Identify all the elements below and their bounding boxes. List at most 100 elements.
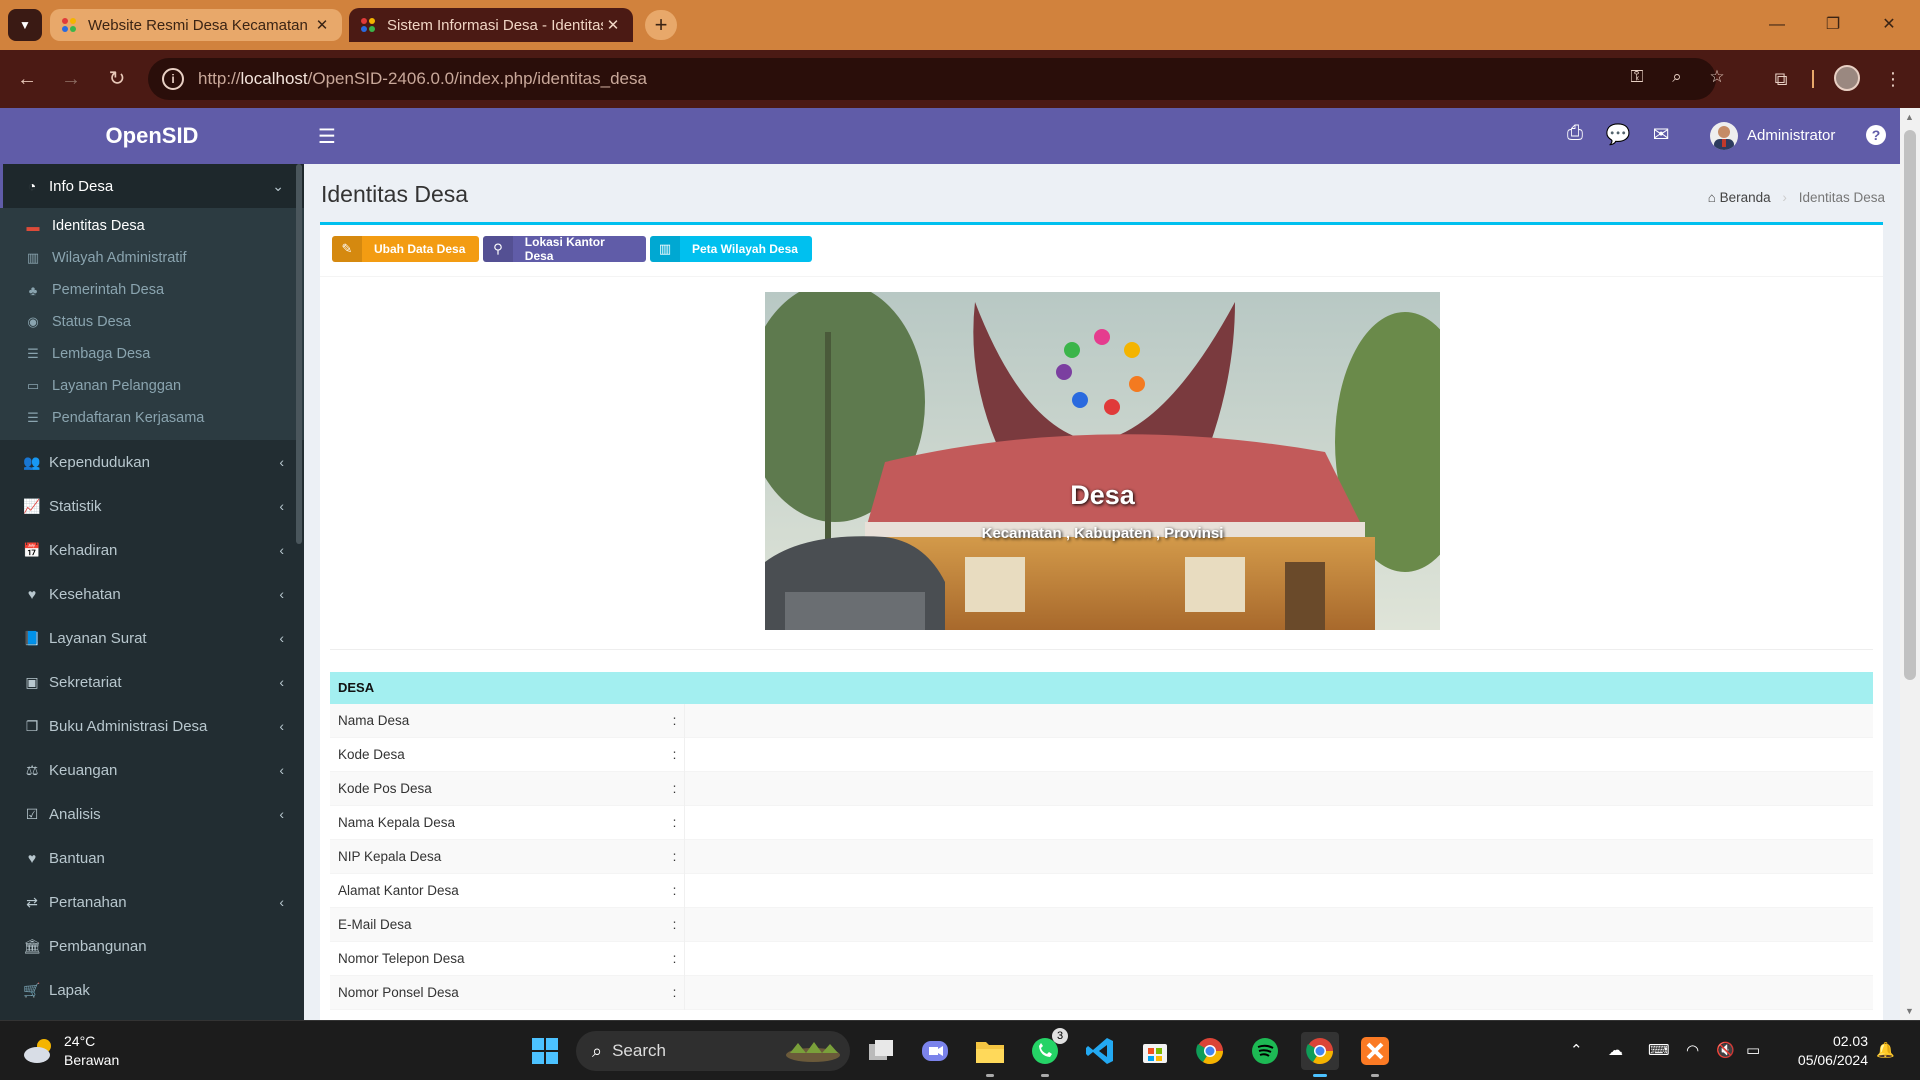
sidebar-group-item[interactable]: ⚖ Keuangan ‹ [0,748,304,792]
sidebar-subitem[interactable]: ▭ Layanan Pelanggan [0,370,304,402]
edit-village-button[interactable]: ✎ Ubah Data Desa [332,236,479,262]
chevron-up-icon[interactable]: ⌃ [1570,1041,1583,1059]
row-label: E-Mail Desa [338,917,412,932]
sidebar-group-item[interactable]: 🏛 Pembangunan [0,924,304,968]
windows-start-icon[interactable] [526,1032,564,1070]
button-label: Peta Wilayah Desa [692,242,798,256]
brand-logo[interactable]: OpenSID [0,108,304,164]
scroll-down-icon[interactable]: ▼ [1905,1006,1914,1016]
vscode-icon[interactable] [1081,1032,1119,1070]
clock-time[interactable]: 02.03 [1828,1033,1868,1049]
close-icon[interactable]: ✕ [603,16,623,34]
battery-icon[interactable]: ▭ [1746,1041,1760,1059]
address-bar[interactable]: i http://localhost/OpenSID-2406.0.0/inde… [148,58,1725,100]
village-cover-image: Desa Kecamatan , Kabupaten , Provinsi [765,292,1440,630]
sidebar-group-item[interactable]: ⇄ Pertanahan ‹ [0,880,304,924]
sidebar-group-item[interactable]: ℹPengaduan [0,1012,304,1020]
chrome-icon[interactable] [1191,1032,1229,1070]
sidebar-subitem[interactable]: ◉ Status Desa [0,306,304,338]
wifi-icon[interactable]: ◠ [1686,1041,1699,1059]
scroll-up-icon[interactable]: ▲ [1905,112,1914,122]
site-info-icon[interactable]: i [162,68,184,90]
browser-tab-active[interactable]: Sistem Informasi Desa - Identitas Desa ✕ [349,8,633,42]
browser-tab[interactable]: Website Resmi Desa Kecamatan ✕ [50,9,342,41]
running-indicator [1041,1074,1049,1077]
tab-title: Sistem Informasi Desa - Identitas Desa [387,16,603,34]
whatsapp-icon[interactable]: 3 [1026,1028,1068,1077]
row-label: Kode Pos Desa [338,781,432,796]
xampp-icon[interactable] [1356,1032,1394,1077]
close-icon[interactable]: ✕ [312,16,332,34]
onedrive-cloud-icon[interactable]: ☁ [1608,1041,1623,1059]
sidebar-group-item[interactable]: ▣ Sekretariat ‹ [0,660,304,704]
back-arrow-icon[interactable]: ← [12,64,42,94]
page-scrollbar[interactable]: ▲ ▼ [1900,108,1920,1020]
sidebar-group-info-desa[interactable]: ◔ Info Desa ⌄ [0,164,304,208]
search-placeholder: Search [612,1041,666,1060]
table-section-header: DESA [330,672,1873,704]
row-colon: : [665,975,685,1010]
reload-icon[interactable]: ↻ [102,64,132,94]
spotify-icon[interactable] [1246,1032,1284,1070]
taskbar-search[interactable]: ⌕ Search [576,1031,850,1071]
sidebar-scrollbar[interactable] [296,164,302,544]
url-text[interactable]: http://localhost/OpenSID-2406.0.0/index.… [198,69,647,89]
sidebar-group-label: Analisis [49,805,101,823]
task-view-icon[interactable] [862,1032,900,1070]
sidebar-subitem[interactable]: ▥ Wilayah Administratif [0,242,304,274]
speaker-muted-icon[interactable]: 🔇 [1716,1041,1735,1059]
sidebar-subitem[interactable]: ☰ Pendaftaran Kerjasama [0,402,304,434]
sidebar-group-item[interactable]: ♥ Kesehatan ‹ [0,572,304,616]
tab-search-button[interactable]: ▼ [8,9,42,41]
file-explorer-icon[interactable] [971,1032,1009,1077]
microsoft-store-icon[interactable] [1136,1032,1174,1070]
sidebar-group-item[interactable]: 👥 Kependudukan ‹ [0,440,304,484]
weather-description[interactable]: Berawan [64,1052,119,1068]
close-window-button[interactable]: ✕ [1874,12,1904,38]
chevron-left-icon: ‹ [279,542,284,558]
sidebar-subitem[interactable]: ♣ Pemerintah Desa [0,274,304,306]
sidebar-subitem[interactable]: ▬ Identitas Desa [0,210,304,242]
zoom-icon[interactable]: ⌕ [1664,67,1690,91]
help-icon[interactable]: ? [1866,125,1886,145]
teams-chat-icon[interactable] [916,1032,954,1070]
menu-dots-icon[interactable]: ⋮ [1878,64,1908,94]
office-location-button[interactable]: ⚲ Lokasi Kantor Desa [483,236,646,262]
breadcrumb-home[interactable]: Beranda [1720,190,1771,205]
notification-bell-icon[interactable]: 🔔 [1876,1041,1895,1059]
sidebar-group-item[interactable]: ♥ Bantuan [0,836,304,880]
row-colon: : [665,703,685,738]
extensions-icon[interactable]: ⧉ [1766,64,1796,94]
new-tab-button[interactable]: + [645,10,677,40]
sidebar-group-item[interactable]: 📅 Kehadiran ‹ [0,528,304,572]
sidebar-group-item[interactable]: ☑ Analisis ‹ [0,792,304,836]
forward-arrow-icon[interactable]: → [56,64,86,94]
village-map-button[interactable]: ▥ Peta Wilayah Desa [650,236,812,262]
key-icon[interactable]: ⚿ [1624,67,1650,91]
clock-date[interactable]: 05/06/2024 [1786,1052,1868,1068]
sidebar-subitem[interactable]: ☰ Lembaga Desa [0,338,304,370]
cloudy-weather-icon[interactable] [22,1035,56,1065]
scrollbar-thumb[interactable] [1904,130,1916,680]
chrome-profile-active-icon[interactable] [1301,1032,1339,1077]
restore-button[interactable]: ❐ [1818,12,1848,38]
minimize-button[interactable]: — [1762,12,1792,38]
chevron-left-icon: ‹ [279,718,284,734]
admin-name[interactable]: Administrator [1747,127,1835,144]
hamburger-menu-icon[interactable]: ☰ [318,124,336,149]
sidebar-group-item[interactable]: 📈 Statistik ‹ [0,484,304,528]
bookmark-star-icon[interactable]: ☆ [1704,67,1730,91]
print-icon[interactable]: ⎙ [1561,122,1589,145]
sidebar-group-item[interactable]: 📘 Layanan Surat ‹ [0,616,304,660]
avatar[interactable] [1710,122,1738,150]
running-indicator [1371,1074,1379,1077]
weather-temperature[interactable]: 24°C [64,1033,95,1049]
profile-avatar[interactable] [1834,65,1860,91]
sidebar-group-item[interactable]: 🛒 Lapak [0,968,304,1012]
comments-icon[interactable]: 💬 [1604,122,1632,147]
users-icon: 👥 [23,453,41,470]
sidebar-group-item[interactable]: ❐ Buku Administrasi Desa ‹ [0,704,304,748]
keyboard-icon[interactable]: ⌨ [1648,1041,1670,1059]
sidebar-subitem-label: Status Desa [52,314,131,330]
envelope-icon[interactable]: ✉ [1647,122,1675,147]
